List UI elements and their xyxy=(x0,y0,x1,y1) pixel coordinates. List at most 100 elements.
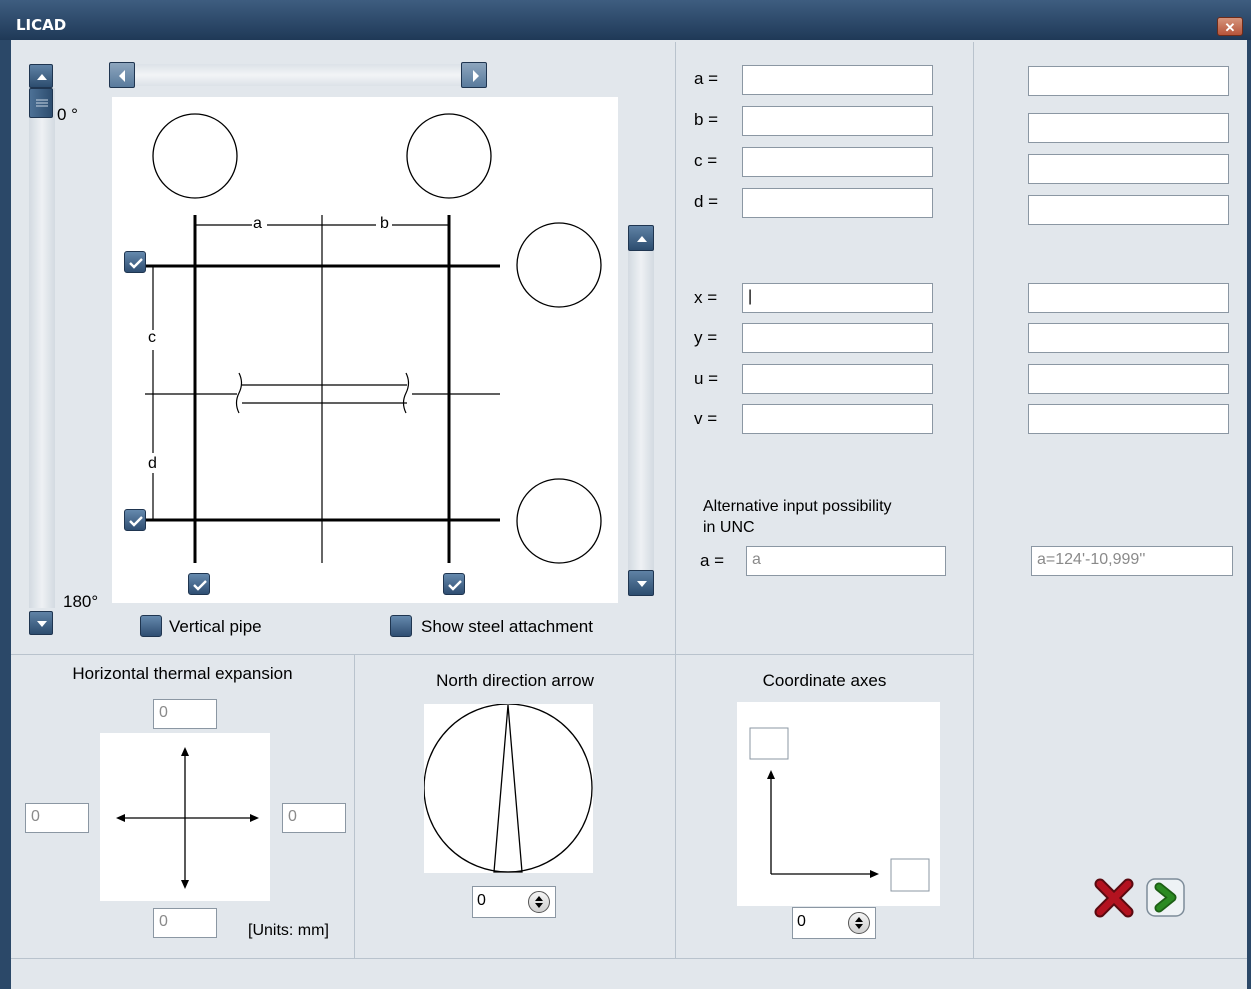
north-angle-value: 0 xyxy=(477,892,486,909)
checkmark-icon xyxy=(193,580,207,591)
d-field[interactable] xyxy=(742,188,933,218)
layout-drawing-canvas xyxy=(112,97,618,603)
arrow-up-icon xyxy=(37,74,47,80)
support-checkbox-bottom-b[interactable] xyxy=(443,573,465,595)
angle-up-button[interactable] xyxy=(29,64,53,88)
divider xyxy=(11,654,973,655)
support-checkbox-top-left[interactable] xyxy=(124,251,146,273)
b-field[interactable] xyxy=(742,106,933,136)
compass-icon xyxy=(423,703,593,873)
vertical-scroll-track[interactable] xyxy=(628,248,654,570)
b-result-field[interactable] xyxy=(1028,113,1229,143)
scroll-left-button[interactable] xyxy=(109,62,135,88)
pipe-support-drawing xyxy=(142,113,602,564)
arrow-left-icon xyxy=(119,70,125,82)
u-result-field[interactable] xyxy=(1028,364,1229,394)
window-title: LICAD xyxy=(16,16,67,34)
axes-angle-value: 0 xyxy=(797,913,806,930)
dimension-c-label: c xyxy=(148,329,156,346)
close-button[interactable]: ✕ xyxy=(1217,17,1243,36)
x-field[interactable]: | xyxy=(742,283,933,313)
y-result-field[interactable] xyxy=(1028,323,1229,353)
d-label: d = xyxy=(694,192,719,211)
vertical-pipe-label: Vertical pipe xyxy=(169,617,262,636)
angle-top-label: 0 ° xyxy=(57,105,78,124)
dimension-b-label: b xyxy=(380,215,389,232)
a-label: a = xyxy=(694,69,719,88)
cross-arrows-icon xyxy=(116,747,259,889)
pipe-circle xyxy=(406,113,492,199)
axes-icon xyxy=(749,727,930,892)
coordinate-axes-title: Coordinate axes xyxy=(762,671,887,690)
angle-down-button[interactable] xyxy=(29,611,53,635)
alt-a-label: a = xyxy=(700,551,725,570)
a-result-field[interactable] xyxy=(1028,66,1229,96)
scroll-down-button[interactable] xyxy=(628,570,654,596)
arrow-down-icon xyxy=(37,621,47,627)
x-result-field[interactable] xyxy=(1028,283,1229,313)
support-checkbox-bottom-a[interactable] xyxy=(188,573,210,595)
steel-beams xyxy=(142,215,500,563)
c-result-field[interactable] xyxy=(1028,154,1229,184)
unc-result-field[interactable]: a=124'-10,999'' xyxy=(1031,546,1233,576)
alt-input-heading-unc: in UNC xyxy=(703,519,755,536)
checkmark-icon xyxy=(448,580,462,591)
x-label: x = xyxy=(694,288,718,307)
dimension-d-label: d xyxy=(148,455,157,472)
show-steel-label: Show steel attachment xyxy=(421,617,593,636)
d-result-field[interactable] xyxy=(1028,195,1229,225)
divider xyxy=(675,42,676,958)
thermal-expansion-title: Horizontal thermal expansion xyxy=(72,664,293,683)
alt-a-field[interactable]: a xyxy=(746,546,946,576)
arrow-up-icon xyxy=(637,236,647,242)
north-arrow-title: North direction arrow xyxy=(436,671,594,690)
arrow-down-icon xyxy=(637,581,647,587)
angle-bottom-label: 180° xyxy=(63,592,99,611)
pipe-circle xyxy=(516,222,602,308)
y-field[interactable] xyxy=(742,323,933,353)
arrow-right-icon xyxy=(473,70,479,82)
divider xyxy=(973,42,974,958)
units-label: [Units: mm] xyxy=(248,922,329,939)
v-result-field[interactable] xyxy=(1028,404,1229,434)
angle-slider-track[interactable] xyxy=(29,88,55,608)
u-field[interactable] xyxy=(742,364,933,394)
show-steel-checkbox[interactable] xyxy=(390,615,412,637)
support-checkbox-bottom-left[interactable] xyxy=(124,509,146,531)
vertical-pipe-checkbox[interactable] xyxy=(140,615,162,637)
alt-input-heading: Alternative input possibility xyxy=(703,498,892,515)
cancel-x-icon xyxy=(1094,878,1134,918)
u-label: u = xyxy=(694,369,719,388)
thermal-left-field[interactable]: 0 xyxy=(25,803,89,833)
thermal-top-field[interactable]: 0 xyxy=(153,699,217,729)
dimension-a-label: a xyxy=(253,215,262,232)
horizontal-scroll-track[interactable] xyxy=(133,64,461,86)
v-field[interactable] xyxy=(742,404,933,434)
v-label: v = xyxy=(694,409,718,428)
scroll-up-button[interactable] xyxy=(628,225,654,251)
thermal-diagram xyxy=(100,733,270,901)
spin-updown-icon[interactable] xyxy=(528,891,550,913)
ok-button[interactable] xyxy=(1146,878,1185,917)
title-bar: LICAD ✕ xyxy=(0,0,1251,40)
north-angle-spinner[interactable]: 0 xyxy=(472,886,556,918)
scroll-right-button[interactable] xyxy=(461,62,487,88)
status-bar xyxy=(11,959,1247,989)
checkmark-icon xyxy=(129,258,143,269)
axes-angle-spinner[interactable]: 0 xyxy=(792,907,876,939)
c-field[interactable] xyxy=(742,147,933,177)
thermal-right-field[interactable]: 0 xyxy=(282,803,346,833)
pipe-circle xyxy=(152,113,238,199)
a-field[interactable] xyxy=(742,65,933,95)
thermal-bottom-field[interactable]: 0 xyxy=(153,908,217,938)
angle-slider-thumb[interactable] xyxy=(29,88,53,118)
b-label: b = xyxy=(694,110,719,129)
spin-updown-icon[interactable] xyxy=(848,912,870,934)
cancel-button[interactable] xyxy=(1093,877,1135,919)
pipe-circle xyxy=(516,478,602,564)
y-label: y = xyxy=(694,328,718,347)
grip-icon xyxy=(36,99,48,107)
ok-arrow-icon xyxy=(1146,878,1185,917)
north-arrow-diagram[interactable] xyxy=(423,703,593,873)
c-label: c = xyxy=(694,151,718,170)
